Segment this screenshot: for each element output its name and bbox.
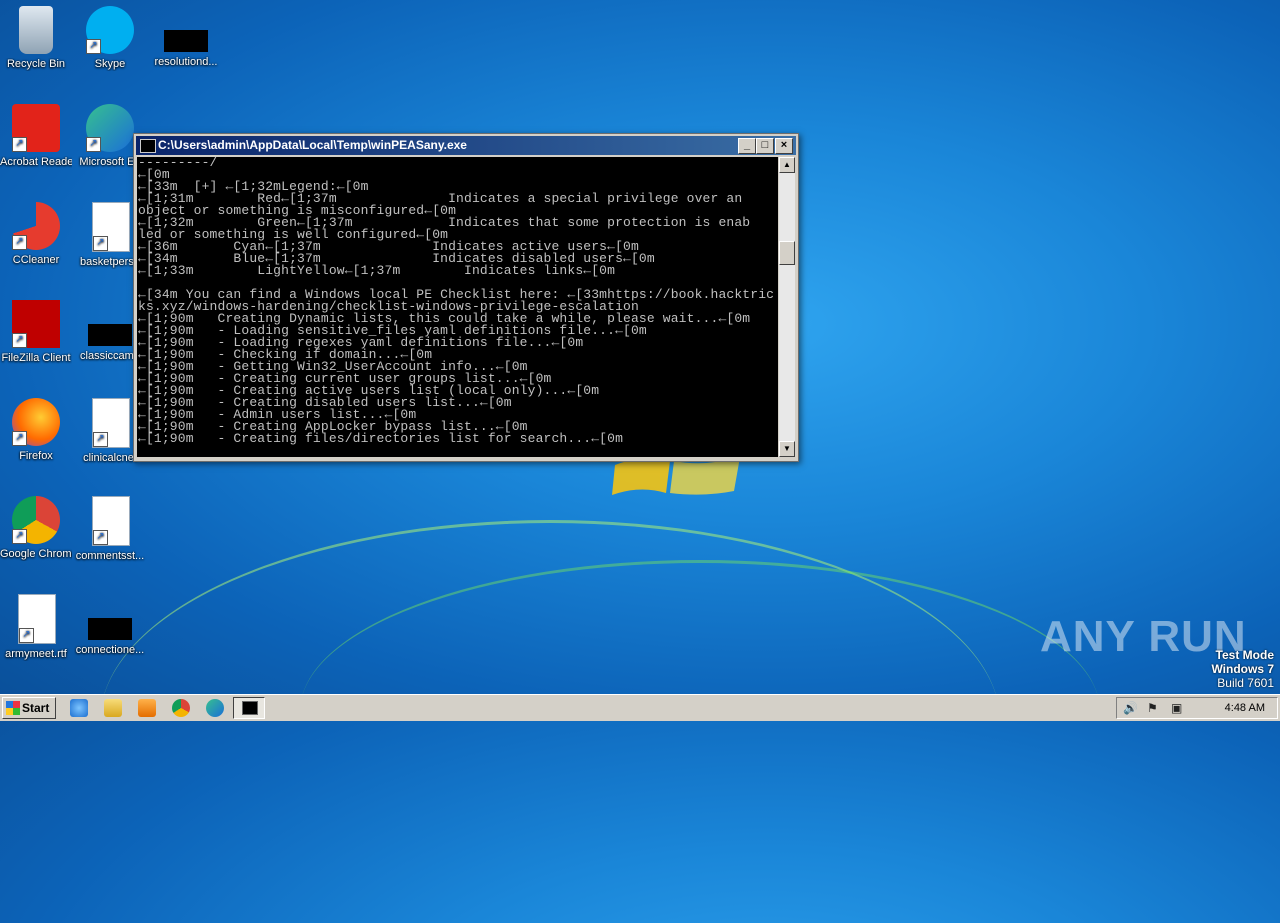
shortcut-arrow-icon: ↗ — [12, 333, 27, 348]
shortcut-arrow-icon: ↗ — [93, 530, 108, 545]
maximize-button[interactable]: □ — [756, 138, 774, 154]
desktop-icon[interactable]: ↗ Skype — [74, 6, 146, 71]
ie-icon[interactable] — [70, 699, 88, 717]
word-doc-icon: ↗ — [18, 594, 56, 644]
chrome-icon[interactable] — [172, 699, 190, 717]
shortcut-arrow-icon: ↗ — [93, 236, 108, 251]
desktop-icon[interactable]: ↗ FileZilla Client — [0, 300, 72, 365]
scroll-thumb[interactable] — [779, 241, 795, 265]
shortcut-arrow-icon: ↗ — [12, 137, 27, 152]
filezilla-icon: ↗ — [12, 300, 60, 348]
clock[interactable]: 4:48 AM — [1225, 701, 1265, 715]
word-doc-icon: ↗ — [92, 496, 130, 546]
scroll-down-button[interactable]: ▼ — [779, 441, 795, 457]
shortcut-arrow-icon: ↗ — [93, 432, 108, 447]
desktop-icon[interactable]: connectione... — [74, 594, 146, 657]
desktop-icon-label: armymeet.rtf — [5, 648, 67, 660]
shortcut-arrow-icon: ↗ — [12, 431, 27, 446]
blank-file-icon — [88, 618, 132, 640]
start-label: Start — [22, 701, 50, 715]
console-window-icon — [140, 139, 156, 153]
test-mode-line3: Build 7601 — [1217, 676, 1274, 690]
skype-icon: ↗ — [86, 6, 134, 54]
word-doc-icon: ↗ — [92, 398, 130, 448]
shortcut-arrow-icon: ↗ — [86, 137, 101, 152]
media-player-icon[interactable] — [138, 699, 156, 717]
windows-flag-icon — [6, 701, 20, 715]
start-button[interactable]: Start — [2, 697, 56, 719]
action-center-icon[interactable]: ⚑ — [1147, 701, 1158, 715]
console-output[interactable]: ---------/ ←[0m ←[33m [+] ←[1;32mLegend:… — [137, 157, 778, 457]
console-title: C:\Users\admin\AppData\Local\Temp\winPEA… — [158, 138, 467, 152]
taskbar: Start 🔊 ⚑ ▣ 4:48 AM — [0, 694, 1280, 721]
console-scrollbar[interactable]: ▲ ▼ — [779, 157, 795, 457]
chrome-icon: ↗ — [12, 496, 60, 544]
system-tray: 🔊 ⚑ ▣ 4:48 AM — [1116, 697, 1278, 719]
desktop-icon[interactable]: resolutiond... — [150, 6, 222, 69]
console-icon — [242, 701, 258, 715]
desktop-icon-label: Recycle Bin — [6, 58, 66, 70]
desktop-icon-label: Google Chrome — [0, 548, 72, 560]
minimize-button[interactable]: _ — [738, 138, 756, 154]
test-mode-notice: Test Mode Windows 7 Build 7601 — [1211, 648, 1274, 690]
blank-file-icon — [164, 30, 208, 52]
volume-icon[interactable]: 🔊 — [1123, 701, 1138, 715]
desktop-icon[interactable]: ↗ commentsst... — [74, 496, 146, 563]
desktop-icon[interactable]: ↗ Acrobat Reader DC — [0, 104, 72, 169]
explorer-icon[interactable] — [104, 699, 122, 717]
test-mode-line1: Test Mode — [1215, 648, 1274, 662]
shortcut-arrow-icon: ↗ — [19, 628, 34, 643]
desktop-icon-label: CCleaner — [12, 254, 60, 266]
close-button[interactable]: × — [775, 138, 793, 154]
scroll-up-button[interactable]: ▲ — [779, 157, 795, 173]
desktop-icon[interactable]: ↗ Google Chrome — [0, 496, 72, 561]
console-titlebar[interactable]: C:\Users\admin\AppData\Local\Temp\winPEA… — [136, 136, 796, 155]
shortcut-arrow-icon: ↗ — [86, 39, 101, 54]
desktop-icon[interactable]: ↗ Firefox — [0, 398, 72, 463]
shortcut-arrow-icon: ↗ — [12, 235, 27, 250]
ccleaner-icon: ↗ — [12, 202, 60, 250]
desktop-icon-label: FileZilla Client — [1, 352, 71, 364]
edge-icon[interactable] — [206, 699, 224, 717]
shortcut-arrow-icon: ↗ — [12, 529, 27, 544]
console-text: ---------/ ←[0m ←[33m [+] ←[1;32mLegend:… — [138, 157, 775, 446]
word-doc-icon: ↗ — [92, 202, 130, 252]
test-mode-line2: Windows 7 — [1211, 662, 1274, 676]
recycle-bin-icon — [19, 6, 53, 54]
desktop-icon-label: resolutiond... — [154, 56, 218, 68]
desktop-icon-label: Skype — [94, 58, 126, 70]
desktop-icon-label: Firefox — [19, 450, 53, 462]
desktop-icon-label: connectione... — [75, 644, 145, 656]
firefox-icon: ↗ — [12, 398, 60, 446]
desktop-icon[interactable]: Recycle Bin — [0, 6, 72, 71]
console-window[interactable]: C:\Users\admin\AppData\Local\Temp\winPEA… — [133, 133, 799, 462]
blank-file-icon — [88, 324, 132, 346]
desktop-icon[interactable]: ↗ armymeet.rtf — [0, 594, 72, 661]
desktop-icon-label: commentsst... — [75, 550, 145, 562]
taskbar-console-button[interactable] — [233, 697, 265, 719]
network-icon[interactable]: ▣ — [1171, 701, 1182, 715]
desktop-icon[interactable]: ↗ CCleaner — [0, 202, 72, 267]
acrobat-icon: ↗ — [12, 104, 60, 152]
desktop-icon-label: Acrobat Reader DC — [0, 156, 72, 168]
edge-icon: ↗ — [86, 104, 134, 152]
